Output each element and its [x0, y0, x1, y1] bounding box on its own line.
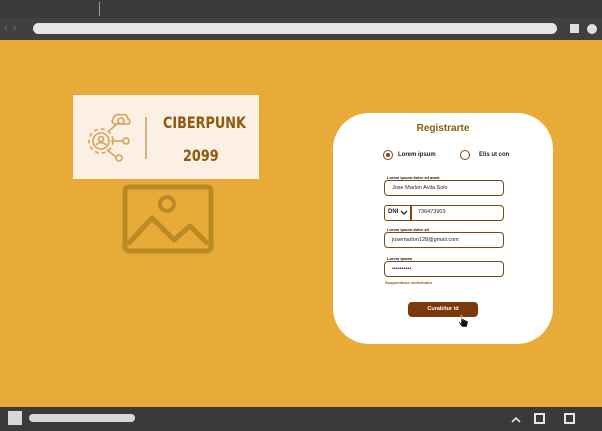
radio-option-2[interactable]	[460, 150, 470, 160]
window-button-2[interactable]	[564, 413, 575, 424]
tabs-button[interactable]	[570, 24, 579, 33]
bottom-square-button[interactable]	[8, 411, 22, 425]
password-field-value: ••••••••••	[392, 266, 412, 272]
page-content: CIBERPUNK 2099 Registrarte Lorem ipsum E…	[0, 40, 602, 407]
radio-option-2-label: Elis ut con	[479, 152, 510, 158]
doc-type-select[interactable]: DNI	[384, 205, 411, 221]
email-field-value: josemarlon128@gmail.com	[392, 237, 459, 243]
logo-divider	[145, 117, 147, 159]
chevron-down-icon	[400, 210, 408, 215]
doc-number-field[interactable]: 736473903	[411, 205, 504, 221]
form-title: Registrarte	[416, 123, 470, 134]
horizontal-scrollbar[interactable]	[29, 414, 135, 422]
register-card: Registrarte Lorem ipsum Elis ut con Lore…	[333, 113, 553, 344]
document-row: DNI 736473903	[384, 205, 504, 221]
radio-option-1-label: Lorem ipsum	[398, 152, 436, 158]
doc-type-value: DNI	[388, 209, 399, 215]
gear-network-icon	[88, 113, 131, 162]
doc-number-value: 736473903	[418, 209, 446, 215]
logo-year: 2099	[183, 146, 219, 165]
name-field[interactable]: Jose Marlon Avila Solo	[384, 180, 504, 196]
help-text: Suspendisse sollicitudin	[385, 280, 432, 285]
window-button-1[interactable]	[534, 413, 545, 424]
logo-title: CIBERPUNK	[163, 113, 246, 132]
nav-arrows[interactable]: ‹ ›	[4, 22, 17, 34]
titlebar-separator	[99, 2, 100, 16]
address-bar[interactable]	[33, 23, 557, 34]
chevron-up-icon[interactable]	[511, 415, 521, 425]
password-field[interactable]: ••••••••••	[384, 261, 504, 277]
hand-pointer-icon	[458, 315, 469, 328]
window-titlebar	[0, 0, 602, 18]
browser-toolbar: ‹ ›	[0, 18, 602, 40]
brand-logo: CIBERPUNK 2099	[73, 95, 259, 179]
bottom-bar	[0, 407, 602, 431]
name-field-value: Jose Marlon Avila Solo	[392, 185, 448, 191]
email-field[interactable]: josemarlon128@gmail.com	[384, 232, 504, 248]
image-placeholder-icon	[122, 184, 214, 254]
menu-button[interactable]	[587, 24, 597, 34]
radio-option-1[interactable]	[383, 150, 393, 160]
